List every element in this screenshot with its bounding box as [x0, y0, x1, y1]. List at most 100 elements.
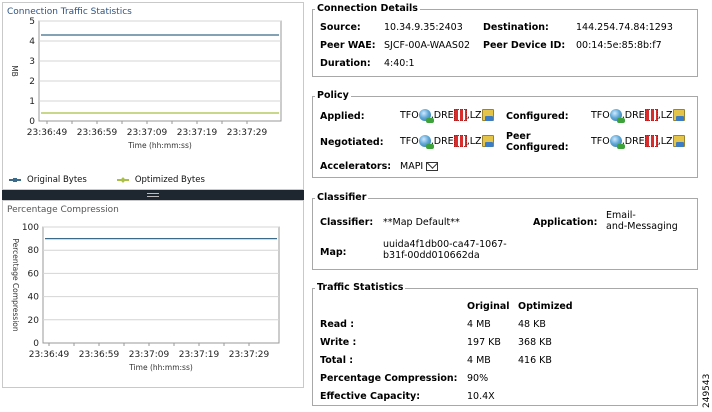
x-tick-label: 23:37:29 — [229, 350, 270, 360]
effective-capacity-label: Effective Capacity: — [320, 391, 421, 402]
tfo-text: TFO — [400, 135, 419, 147]
accelerators-label: Accelerators: — [320, 161, 392, 172]
map-label: Map: — [320, 247, 347, 258]
lz-text: ,LZ — [657, 109, 673, 121]
dre-text: ,DRE — [621, 109, 645, 121]
splitter-grip-icon[interactable] — [147, 193, 159, 197]
connection-details-group: Connection Details Source: 10.34.9.35:24… — [312, 3, 698, 77]
lz-icon — [672, 109, 685, 121]
tfo-icon — [418, 135, 434, 149]
tfo-icon — [609, 135, 625, 149]
y-tick-label: 40 — [28, 293, 40, 303]
x-axis-title: Time (hh:mm:ss) — [128, 363, 193, 372]
compression-chart: 0 20 40 60 80 100 23:36:49 23:36:59 23:37:09 23:3… — [11, 223, 280, 372]
classifier-label: Classifier: — [320, 217, 374, 228]
dre-text: ,DRE — [430, 135, 454, 147]
write-optimized: 368 KB — [518, 337, 552, 348]
x-tick-label: 23:37:09 — [129, 350, 170, 360]
classifier-title: Classifier — [315, 192, 369, 203]
destination-label: Destination: — [483, 22, 549, 33]
y-tick-label: 3 — [29, 57, 35, 67]
charts-column: Connection Traffic Statistics 0 1 2 3 4 5 23:3… — [2, 2, 304, 388]
figure-number: 249543 — [702, 374, 712, 408]
policy-title: Policy — [315, 90, 351, 101]
lz-text: ,LZ — [657, 135, 673, 147]
col-original-header: Original — [467, 301, 510, 312]
accelerator-mapi: MAPI — [400, 161, 424, 172]
y-axis-title: MB — [10, 65, 19, 77]
x-tick-label: 23:36:49 — [27, 128, 68, 138]
duration-label: Duration: — [320, 58, 371, 69]
tfo-text: TFO — [591, 135, 610, 147]
dre-icon — [453, 135, 467, 147]
total-original: 4 MB — [467, 355, 491, 366]
effective-capacity-value: 10.4X — [467, 391, 495, 402]
policy-group: Policy Applied: TFO ,DRE ,LZ Configured:… — [312, 90, 698, 178]
compression-chart-title: Percentage Compression — [7, 205, 119, 215]
y-tick-label: 20 — [28, 316, 40, 326]
read-label: Read : — [320, 319, 355, 330]
dre-icon — [453, 109, 467, 121]
lz-icon — [481, 109, 494, 121]
peer-device-id-label: Peer Device ID: — [483, 40, 566, 51]
x-tick-label: 23:36:59 — [79, 350, 120, 360]
application-label: Application: — [533, 217, 598, 228]
figure-number-text: 249543 — [702, 374, 712, 408]
col-optimized-header: Optimized — [518, 301, 573, 312]
x-tick-label: 23:37:19 — [179, 350, 220, 360]
panel-splitter[interactable] — [2, 190, 304, 200]
write-label: Write : — [320, 337, 357, 348]
connection-details-title: Connection Details — [315, 3, 420, 14]
accelerators-value: MAPI — [400, 161, 439, 172]
tfo-text: TFO — [400, 109, 419, 121]
traffic-statistics-group: Traffic Statistics Original Optimized Re… — [312, 282, 698, 406]
configured-label: Configured: — [506, 111, 569, 122]
dre-icon — [644, 135, 658, 147]
source-label: Source: — [320, 22, 361, 33]
negotiated-policy: TFO ,DRE ,LZ — [400, 135, 494, 149]
y-tick-label: 80 — [28, 246, 40, 256]
percentage-compression-label: Percentage Compression: — [320, 373, 458, 384]
y-tick-label: 1 — [29, 97, 35, 107]
x-tick-label: 23:37:09 — [127, 128, 168, 138]
x-tick-label: 23:36:59 — [77, 128, 118, 138]
plot-area — [38, 20, 282, 122]
x-axis-title: Time (hh:mm:ss) — [127, 141, 192, 150]
traffic-statistics-title: Traffic Statistics — [315, 282, 406, 293]
peer-device-id-value: 00:14:5e:85:8b:f7 — [576, 40, 662, 51]
read-optimized: 48 KB — [518, 319, 546, 330]
classifier-group: Classifier Classifier: **Map Default** A… — [312, 192, 698, 270]
lz-icon — [481, 135, 494, 147]
compression-chart-panel: Percentage Compression 0 20 40 60 80 100 23:36… — [2, 200, 304, 388]
read-original: 4 MB — [467, 319, 491, 330]
destination-value: 144.254.74.84:1293 — [576, 22, 673, 33]
original-series-swatch — [9, 178, 21, 182]
optimized-series-swatch — [116, 179, 129, 181]
y-tick-label: 100 — [22, 223, 39, 233]
total-optimized: 416 KB — [518, 355, 552, 366]
legend-item-optimized[interactable]: Optimized Bytes — [116, 175, 205, 185]
traffic-legend: Original Bytes Optimized Bytes — [9, 175, 205, 185]
traffic-chart: 0 1 2 3 4 5 23:36:49 23:36:59 23:37:09 23:37:19 23… — [10, 17, 282, 150]
peer-configured-label: Peer Configured: — [506, 131, 569, 153]
legend-label-optimized: Optimized Bytes — [134, 175, 205, 185]
classifier-value: **Map Default** — [383, 217, 460, 228]
tfo-text: TFO — [591, 109, 610, 121]
legend-item-original[interactable]: Original Bytes — [9, 175, 87, 185]
source-value: 10.34.9.35:2403 — [384, 22, 463, 33]
tfo-icon — [418, 109, 434, 123]
lz-text: ,LZ — [466, 109, 482, 121]
duration-value: 4:40:1 — [384, 58, 415, 69]
total-label: Total : — [320, 355, 354, 366]
x-tick-label: 23:37:29 — [227, 128, 268, 138]
lz-icon — [672, 135, 685, 147]
legend-label-original: Original Bytes — [27, 175, 87, 185]
peer-wae-label: Peer WAE: — [320, 40, 376, 51]
peer-wae-value: SJCF-00A-WAAS02 — [384, 40, 471, 51]
dre-icon — [644, 109, 658, 121]
applied-label: Applied: — [320, 111, 365, 122]
traffic-chart-panel: Connection Traffic Statistics 0 1 2 3 4 5 23:3… — [2, 2, 304, 190]
y-tick-label: 4 — [29, 37, 35, 47]
dre-text: ,DRE — [430, 109, 454, 121]
y-tick-label: 2 — [29, 77, 35, 87]
